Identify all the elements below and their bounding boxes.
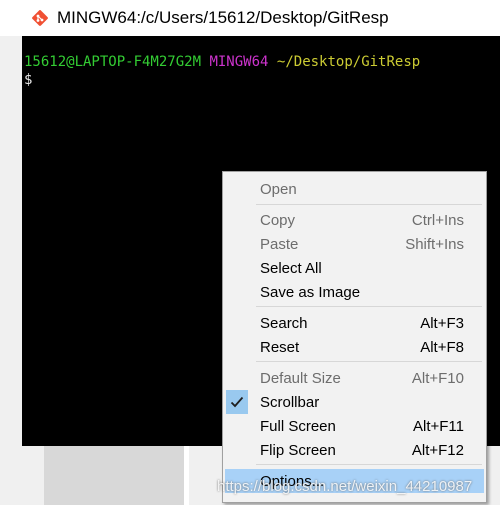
background-window <box>44 446 184 505</box>
menu-item-label: Copy <box>260 211 296 229</box>
menu-item-label: Paste <box>260 235 299 253</box>
menu-item-shortcut: Shift+Ins <box>405 235 464 253</box>
menu-item-save-as-image[interactable]: Save as Image <box>225 280 484 304</box>
menu-item-label: Save as Image <box>260 283 361 301</box>
menu-item-label: Full Screen <box>260 417 336 435</box>
menu-item-label: Default Size <box>260 369 341 387</box>
menu-item-shortcut: Alt+F11 <box>413 417 464 435</box>
menu-item-shortcut: Alt+F10 <box>411 369 464 387</box>
menu-separator <box>256 306 482 307</box>
prompt-symbol: $ <box>24 72 33 88</box>
menu-item-paste[interactable]: Paste Shift+Ins <box>225 232 484 256</box>
prompt-user-host: 15612@LAPTOP-F4M27G2M <box>24 54 202 70</box>
background-strip <box>184 446 189 505</box>
menu-separator <box>256 464 482 465</box>
menu-item-default-size[interactable]: Default Size Alt+F10 <box>225 366 484 390</box>
menu-separator <box>256 204 482 205</box>
window-titlebar[interactable]: MINGW64:/c/Users/15612/Desktop/GitResp <box>0 0 500 36</box>
menu-item-flip-screen[interactable]: Flip Screen Alt+F12 <box>225 438 484 462</box>
menu-item-label: Select All <box>260 259 322 277</box>
menu-item-shortcut: Ctrl+Ins <box>411 211 464 229</box>
checkmark-icon <box>226 390 248 414</box>
menu-item-label: Flip Screen <box>260 441 336 459</box>
menu-item-search[interactable]: Search Alt+F3 <box>225 311 484 335</box>
menu-item-label: Reset <box>260 338 300 356</box>
menu-item-shortcut: Alt+F12 <box>411 441 464 459</box>
git-diamond-icon <box>31 9 49 27</box>
menu-separator <box>256 361 482 362</box>
prompt-line: 15612@LAPTOP-F4M27G2M MINGW64 ~/Desktop/… <box>24 53 420 71</box>
prompt-system: MINGW64 <box>209 54 269 70</box>
menu-item-label: Scrollbar <box>260 393 320 411</box>
menu-item-full-screen[interactable]: Full Screen Alt+F11 <box>225 414 484 438</box>
menu-item-label: Search <box>260 314 308 332</box>
menu-item-copy[interactable]: Copy Ctrl+Ins <box>225 208 484 232</box>
menu-item-open[interactable]: Open <box>225 177 484 201</box>
prompt-path: ~/Desktop/GitResp <box>276 54 421 70</box>
menu-item-scrollbar[interactable]: Scrollbar <box>225 390 484 414</box>
watermark-text: https://blog.csdn.net/weixin_44210987 <box>217 478 473 495</box>
window-title: MINGW64:/c/Users/15612/Desktop/GitResp <box>57 8 389 27</box>
context-menu: Open Copy Ctrl+Ins Paste Shift+Ins Selec… <box>222 171 487 503</box>
menu-item-shortcut: Alt+F8 <box>420 338 464 356</box>
menu-item-shortcut: Alt+F3 <box>420 314 464 332</box>
menu-item-select-all[interactable]: Select All <box>225 256 484 280</box>
menu-item-label: Open <box>260 180 297 198</box>
menu-item-reset[interactable]: Reset Alt+F8 <box>225 335 484 359</box>
